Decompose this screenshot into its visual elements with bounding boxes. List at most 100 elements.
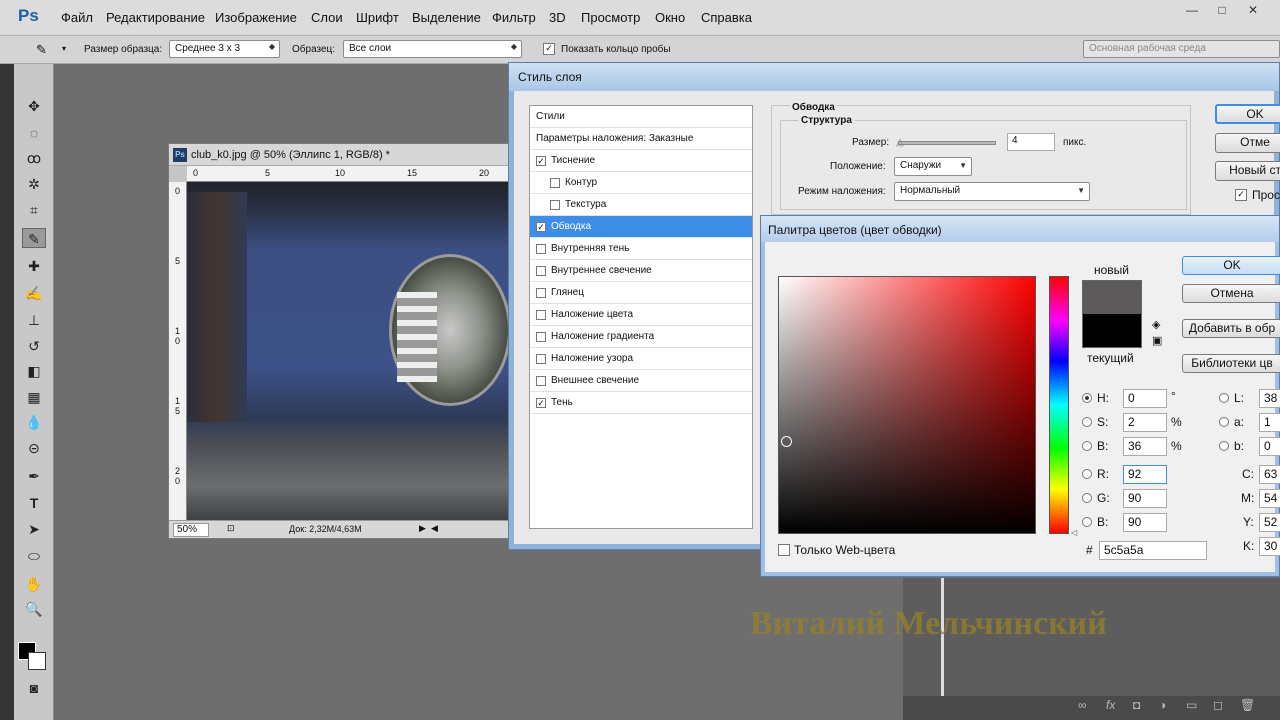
crop-tool-icon[interactable]: ⌗ (22, 200, 46, 220)
style-checkbox[interactable]: ✓ (536, 222, 546, 232)
color-field[interactable] (778, 276, 1036, 534)
style-checkbox[interactable] (550, 200, 560, 210)
menu-view[interactable]: Просмотр (581, 10, 640, 25)
hue-slider[interactable] (1049, 276, 1069, 534)
blue-input[interactable]: 90 (1123, 513, 1167, 532)
sample-select[interactable]: Все слои ◆ (343, 40, 522, 58)
menu-file[interactable]: Файл (61, 10, 93, 25)
document-tab[interactable]: Ps club_k0.jpg @ 50% (Эллипс 1, RGB/8) * (169, 144, 512, 166)
adjustment-icon[interactable]: ◑ (1159, 698, 1166, 712)
r-radio[interactable] (1082, 469, 1092, 479)
current-color-swatch[interactable] (1082, 314, 1142, 348)
style-item-inner-shadow[interactable]: Внутренняя тень (530, 238, 752, 260)
style-checkbox[interactable] (536, 310, 546, 320)
a-input[interactable]: 1 (1259, 413, 1280, 432)
g-radio[interactable] (1082, 493, 1092, 503)
history-brush-icon[interactable]: ↺ (22, 336, 46, 356)
minimize-icon[interactable]: — (1179, 3, 1205, 19)
menu-window[interactable]: Окно (655, 10, 685, 25)
style-item-stroke[interactable]: ✓ Обводка (530, 216, 752, 238)
style-item-satin[interactable]: Глянец (530, 282, 752, 304)
cube-warning-icon[interactable]: ◈ (1152, 318, 1160, 331)
doc-info[interactable]: Док: 2,32M/4,63M (289, 524, 362, 534)
dialog-titlebar[interactable]: Палитра цветов (цвет обводки) (761, 216, 1279, 242)
quick-mask-icon[interactable]: ◙ (22, 678, 46, 698)
lab-b-input[interactable]: 0 (1259, 437, 1280, 456)
position-select[interactable]: Снаружи ▼ (894, 157, 972, 176)
close-icon[interactable]: ✕ (1240, 3, 1266, 19)
style-checkbox[interactable] (536, 288, 546, 298)
menu-layers[interactable]: Слои (311, 10, 343, 25)
zoom-tool-icon[interactable]: 🔍 (22, 599, 46, 619)
blend-mode-select[interactable]: Нормальный ▼ (894, 182, 1090, 201)
s-input[interactable]: 2 (1123, 413, 1167, 432)
style-checkbox[interactable] (536, 376, 546, 386)
menu-image[interactable]: Изображение (215, 10, 297, 25)
g-input[interactable]: 90 (1123, 489, 1167, 508)
healing-brush-icon[interactable]: ✚ (22, 256, 46, 276)
style-item-color-overlay[interactable]: Наложение цвета (530, 304, 752, 326)
preview-checkbox[interactable]: ✓ (1235, 189, 1247, 201)
m-input[interactable]: 54 (1259, 489, 1280, 508)
style-checkbox[interactable] (536, 332, 546, 342)
menu-type[interactable]: Шрифт (356, 10, 399, 25)
style-item-pattern-overlay[interactable]: Наложение узора (530, 348, 752, 370)
dodge-tool-icon[interactable]: ⊝ (22, 438, 46, 458)
h-input[interactable]: 0 (1123, 389, 1167, 408)
new-layer-icon[interactable]: ◻ (1213, 698, 1223, 712)
style-item-gradient-overlay[interactable]: Наложение градиента (530, 326, 752, 348)
color-picker-cursor-icon[interactable] (781, 436, 792, 447)
b-input[interactable]: 36 (1123, 437, 1167, 456)
status-icon[interactable]: ⊡ (227, 523, 235, 534)
cancel-button[interactable]: Отме (1215, 133, 1280, 153)
mask-icon[interactable]: ◘ (1133, 698, 1140, 712)
sample-size-select[interactable]: Среднее 3 х 3 ◆ (169, 40, 280, 58)
magic-wand-icon[interactable]: ✲ (22, 174, 46, 194)
l-radio[interactable] (1219, 393, 1229, 403)
web-safe-icon[interactable]: ▣ (1152, 334, 1162, 347)
style-checkbox[interactable]: ✓ (536, 398, 546, 408)
background-color-swatch[interactable] (28, 652, 46, 670)
style-item-bevel[interactable]: ✓ Тиснение (530, 150, 752, 172)
eyedropper-tool-icon[interactable]: ✎ (22, 228, 46, 248)
k-input[interactable]: 30 (1259, 537, 1280, 556)
pen-tool-icon[interactable]: ✒ (22, 466, 46, 486)
s-radio[interactable] (1082, 417, 1092, 427)
b-radio[interactable] (1082, 441, 1092, 451)
stamp-tool-icon[interactable]: ⊥ (22, 310, 46, 330)
web-colors-checkbox[interactable] (778, 544, 790, 556)
menu-help[interactable]: Справка (701, 10, 752, 25)
menu-select[interactable]: Выделение (412, 10, 481, 25)
style-item-outer-glow[interactable]: Внешнее свечение (530, 370, 752, 392)
eraser-tool-icon[interactable]: ◧ (22, 361, 46, 381)
r-input[interactable]: 92 (1123, 465, 1167, 484)
style-checkbox[interactable] (536, 244, 546, 254)
style-checkbox[interactable] (550, 178, 560, 188)
l-input[interactable]: 38 (1259, 389, 1280, 408)
show-ring-checkbox[interactable]: ✓ (543, 43, 555, 55)
hand-tool-icon[interactable]: ✋ (22, 574, 46, 594)
new-style-button[interactable]: Новый ст (1215, 161, 1280, 181)
eyedropper-icon[interactable]: ✎ (36, 42, 47, 58)
a-radio[interactable] (1219, 417, 1229, 427)
menu-filter[interactable]: Фильтр (492, 10, 536, 25)
hex-input[interactable]: 5c5a5a (1099, 541, 1207, 560)
dialog-titlebar[interactable]: Стиль слоя (509, 63, 1279, 91)
zoom-field[interactable]: 50% (173, 523, 209, 537)
blur-tool-icon[interactable]: 💧 (22, 412, 46, 432)
blue-radio[interactable] (1082, 517, 1092, 527)
menu-3d[interactable]: 3D (549, 10, 566, 25)
size-input[interactable]: 4 (1007, 133, 1055, 151)
trash-icon[interactable]: 🗑 (1240, 698, 1255, 712)
lab-b-radio[interactable] (1219, 441, 1229, 451)
blending-options[interactable]: Параметры наложения: Заказные (530, 128, 752, 150)
h-radio[interactable] (1082, 393, 1092, 403)
ok-button[interactable]: OK (1182, 256, 1280, 275)
c-input[interactable]: 63 (1259, 465, 1280, 484)
style-item-drop-shadow[interactable]: ✓ Тень (530, 392, 752, 414)
folder-icon[interactable]: ▭ (1186, 698, 1197, 712)
style-checkbox[interactable] (536, 354, 546, 364)
styles-header[interactable]: Стили (530, 106, 752, 128)
ellipse-tool-icon[interactable]: ⬭ (22, 546, 46, 566)
style-item-inner-glow[interactable]: Внутреннее свечение (530, 260, 752, 282)
